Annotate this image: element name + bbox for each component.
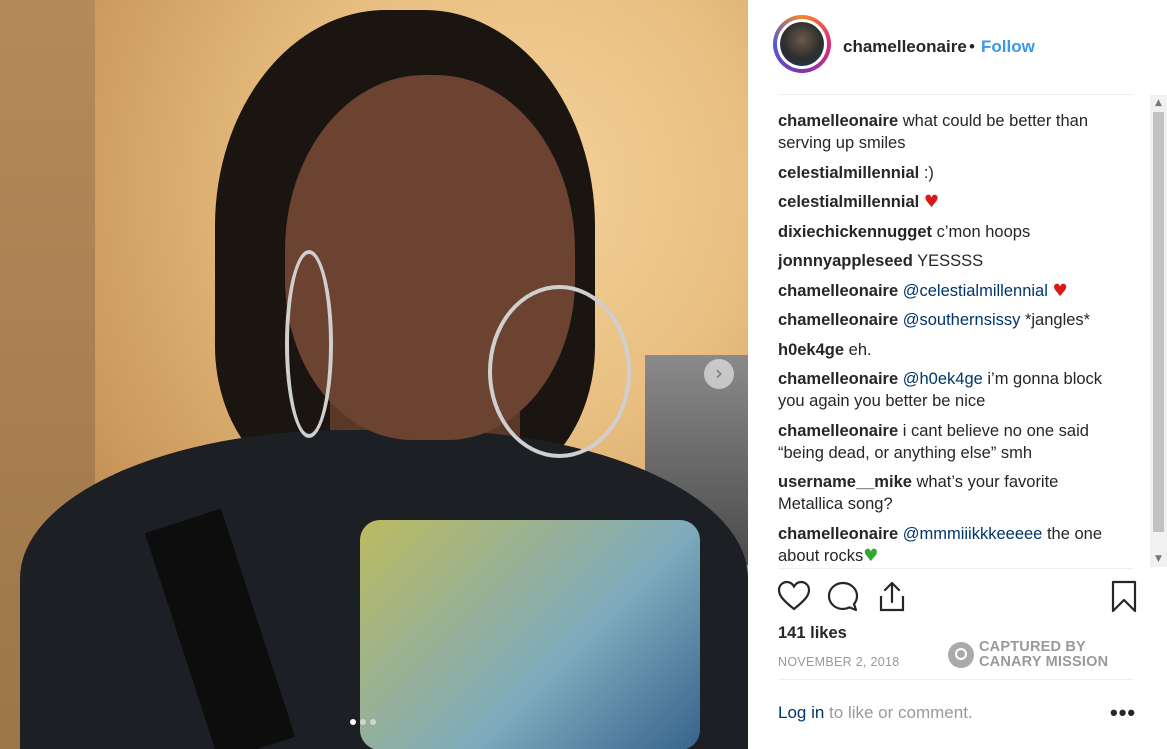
comment-username[interactable]: h0ek4ge xyxy=(778,341,844,359)
next-photo-chevron-right-icon[interactable]: › xyxy=(704,359,734,389)
comment-text: :) xyxy=(923,163,934,182)
comment-username[interactable]: celestialmillennial xyxy=(778,164,919,182)
comment-username[interactable]: chamelleonaire xyxy=(778,112,898,130)
comment-item: chamelleonaire @mmmiiikkkeeeee the one a… xyxy=(778,523,1128,567)
canary-mission-watermark: CAPTURED BY CANARY MISSION xyxy=(948,640,1148,672)
comment-item: chamelleonaire @h0ek4ge i’m gonna block … xyxy=(778,368,1128,412)
comment-text: c’mon hoops xyxy=(936,222,1031,241)
comment-username[interactable]: chamelleonaire xyxy=(778,370,898,388)
comment-item: jonnnyappleseed YESSSS xyxy=(778,250,1128,272)
comment-username[interactable]: dixiechickennugget xyxy=(778,223,932,241)
comment-item: h0ek4ge eh. xyxy=(778,339,1128,361)
login-prompt-text: to like or comment. xyxy=(824,703,973,722)
comment-list: chamelleonaire what could be better than… xyxy=(778,110,1128,568)
avatar[interactable] xyxy=(773,15,831,73)
comment-text: eh. xyxy=(848,340,872,359)
scrollbar-thumb[interactable] xyxy=(1153,112,1164,532)
likes-count[interactable]: 141 likes xyxy=(778,624,847,643)
photo-earring-left xyxy=(285,250,333,438)
photo-earring-right xyxy=(488,285,631,458)
comment-username[interactable]: chamelleonaire xyxy=(778,525,898,543)
comment-username[interactable]: celestialmillennial xyxy=(778,193,919,211)
green-heart-icon: ♥ xyxy=(863,545,879,566)
comment-username[interactable]: jonnnyappleseed xyxy=(778,252,913,270)
comments-scrollbar[interactable]: ▲ ▼ xyxy=(1150,95,1167,567)
carousel-dot xyxy=(360,719,366,725)
comment-username[interactable]: chamelleonaire xyxy=(778,422,898,440)
red-heart-icon: ♥ xyxy=(923,192,940,212)
scroll-up-arrow-icon[interactable]: ▲ xyxy=(1150,95,1167,111)
comment-item: chamelleonaire i cant believe no one sai… xyxy=(778,420,1128,464)
comment-username[interactable]: chamelleonaire xyxy=(778,282,898,300)
comment-item: username__mike what’s your favorite Meta… xyxy=(778,471,1128,515)
actions-divider xyxy=(778,568,1134,569)
share-icon[interactable] xyxy=(876,580,908,614)
comment-username[interactable]: username__mike xyxy=(778,473,912,491)
scroll-down-arrow-icon[interactable]: ▼ xyxy=(1150,551,1167,567)
post-photo[interactable]: › xyxy=(0,0,748,749)
speech-bubble-icon[interactable] xyxy=(827,580,859,614)
comment-mention[interactable]: @h0ek4ge xyxy=(903,370,983,388)
comment-username[interactable]: chamelleonaire xyxy=(778,311,898,329)
comment-mention[interactable]: @mmmiiikkkeeeee xyxy=(903,525,1043,543)
comment-mention[interactable]: @southernsissy xyxy=(903,311,1021,329)
header-username[interactable]: chamelleonaire xyxy=(843,37,967,57)
heart-outline-icon[interactable] xyxy=(778,580,810,614)
canary-logo-icon xyxy=(948,642,974,668)
comment-item: chamelleonaire what could be better than… xyxy=(778,110,1128,154)
carousel-dot xyxy=(370,719,376,725)
post-date: NOVEMBER 2, 2018 xyxy=(778,655,900,669)
photo-shirt-print xyxy=(360,520,700,749)
bookmark-icon[interactable] xyxy=(1108,580,1140,614)
comment-item: chamelleonaire @southernsissy *jangles* xyxy=(778,309,1128,331)
action-bar xyxy=(778,580,1138,616)
post-sidebar: chamelleonaire • Follow chamelleonaire w… xyxy=(748,0,1167,749)
comment-item: celestialmillennial :) xyxy=(778,162,1128,184)
comment-item: chamelleonaire @celestialmillennial ♥ xyxy=(778,280,1128,302)
red-heart-icon: ♥ xyxy=(1052,280,1068,301)
follow-button[interactable]: Follow xyxy=(981,37,1035,57)
post-header: chamelleonaire • Follow xyxy=(748,0,1167,95)
carousel-dots xyxy=(350,719,376,725)
header-divider xyxy=(778,94,1134,95)
watermark-text: CAPTURED BY CANARY MISSION xyxy=(979,639,1109,670)
header-separator: • xyxy=(969,37,975,56)
login-link[interactable]: Log in xyxy=(778,703,824,722)
login-prompt: Log in to like or comment. xyxy=(778,703,973,723)
more-options-icon[interactable]: ••• xyxy=(1110,700,1136,726)
footer-divider xyxy=(778,679,1134,680)
comment-text: YESSSS xyxy=(917,252,984,270)
comment-item: celestialmillennial ♥ xyxy=(778,191,1128,213)
carousel-dot-active xyxy=(350,719,356,725)
comment-text: *jangles* xyxy=(1024,311,1091,329)
comment-item: dixiechickennugget c’mon hoops xyxy=(778,221,1128,243)
comment-mention[interactable]: @celestialmillennial xyxy=(903,282,1048,300)
